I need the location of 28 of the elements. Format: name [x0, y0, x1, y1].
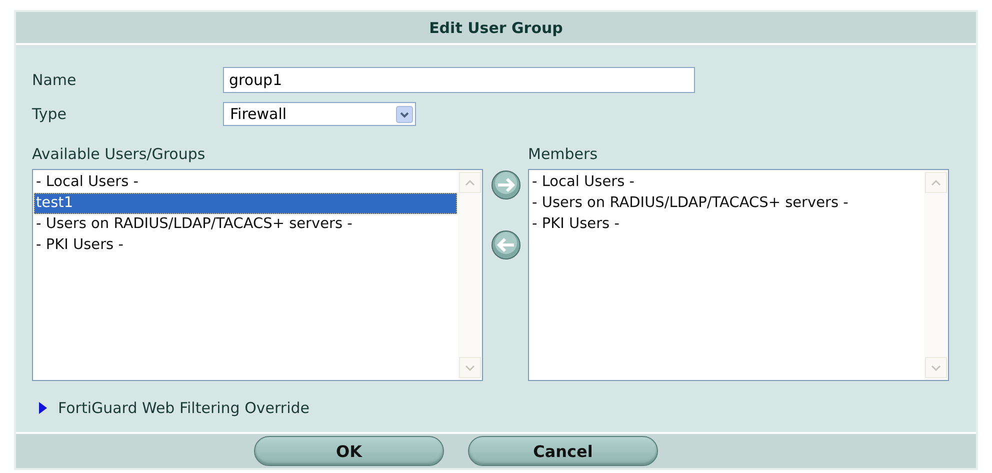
scrollbar[interactable] [924, 170, 948, 380]
type-dropdown[interactable]: Firewall [223, 102, 416, 126]
move-right-icon[interactable] [490, 169, 522, 201]
list-item[interactable]: - Users on RADIUS/LDAP/TACACS+ servers - [530, 193, 923, 214]
move-left-icon[interactable] [490, 229, 522, 261]
list-item[interactable]: test1 [34, 193, 457, 214]
list-item[interactable]: - Local Users - [34, 172, 457, 193]
field-label: Type [32, 105, 68, 123]
scroll-up-icon[interactable] [465, 180, 475, 186]
list-label: Members [528, 145, 599, 165]
name-field[interactable]: group1 [223, 67, 695, 93]
scroll-up-icon[interactable] [931, 180, 941, 186]
list-item[interactable]: - Users on RADIUS/LDAP/TACACS+ servers - [34, 214, 457, 235]
field-label: Name [32, 71, 78, 89]
list-item[interactable]: - PKI Users - [34, 235, 457, 256]
list-item[interactable]: - PKI Users - [530, 214, 923, 235]
list-item[interactable]: - Local Users - [530, 172, 923, 193]
members-list[interactable]: - Local Users - - Users on RADIUS/LDAP/TACACS+ servers - - PKI Users - [528, 169, 949, 381]
scroll-down-icon[interactable] [931, 364, 941, 370]
cancel-button[interactable]: Cancel [468, 436, 658, 466]
list-label: Available Users/Groups [32, 145, 206, 165]
ok-button[interactable]: OK [254, 436, 444, 466]
expand-triangle-icon[interactable] [38, 401, 48, 415]
available-list[interactable]: - Local Users - test1 - Users on RADIUS/LDAP/TACACS+ servers - - PKI Users - [32, 169, 483, 381]
scrollbar[interactable] [458, 170, 482, 380]
dialog-title: Edit User Group [429, 18, 563, 36]
scroll-down-icon[interactable] [465, 364, 475, 370]
override-link[interactable]: FortiGuard Web Filtering Override [58, 399, 310, 417]
